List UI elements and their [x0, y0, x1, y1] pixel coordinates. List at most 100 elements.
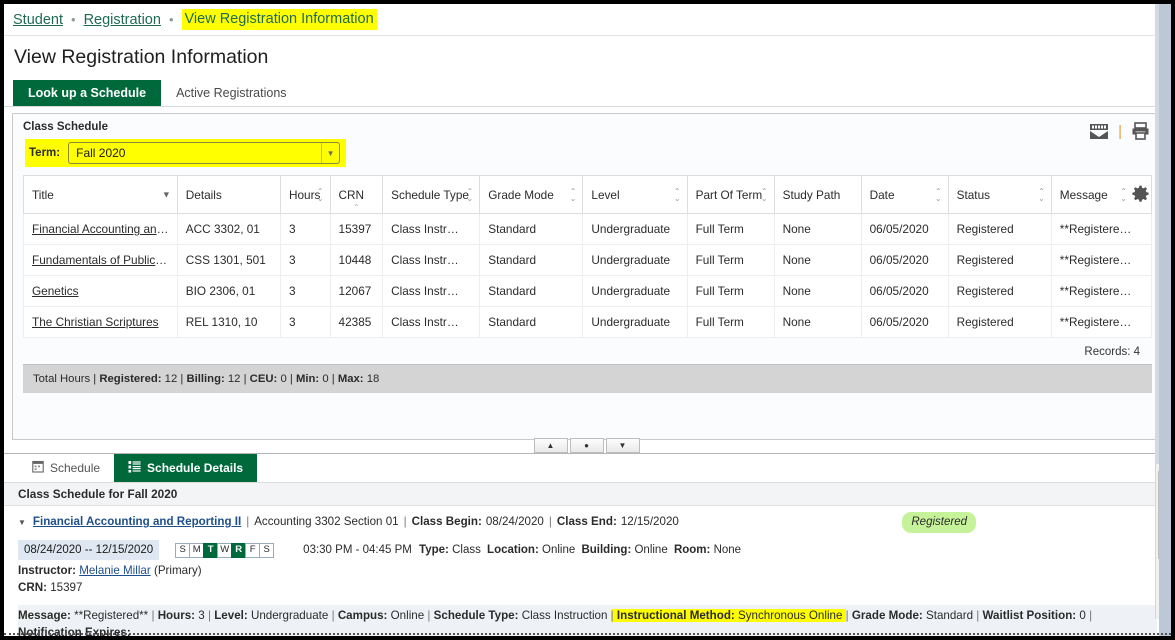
col-grade-mode[interactable]: Grade Mode ⌃ ⌄ [479, 175, 584, 214]
day-box-1: M [189, 542, 205, 558]
cell-level: Undergraduate [582, 213, 688, 245]
tab-active-registrations[interactable]: Active Registrations [161, 80, 301, 106]
meeting-info: 03:30 PM - 04:45 PM Type: Class Location… [303, 542, 741, 559]
cell-message: **Registere… [1050, 244, 1153, 276]
class-begin-label: Class Begin: [411, 515, 482, 528]
cell-part_of_term: Full Term [686, 306, 775, 338]
table-row: Genetics BIO 2306, 01 3 12067 Class Instr… St… [23, 275, 1153, 307]
level-value: Undergraduate [250, 609, 329, 623]
cell-schedule_type: Class Instr… [382, 306, 481, 338]
printer-icon[interactable] [1131, 122, 1150, 140]
cell-status: Registered [947, 244, 1052, 276]
sort-icon[interactable]: ⌃ ⌄ [935, 187, 942, 202]
col-date[interactable]: Date ⌃ ⌄ [860, 175, 949, 214]
collapse-up-button[interactable]: ▲ [533, 438, 568, 453]
waitlist-label: Waitlist Position: [982, 609, 1077, 623]
cell-date: 06/05/2020 [860, 275, 949, 307]
sort-icon[interactable]: ⌃ ⌄ [1038, 187, 1045, 202]
detail-tab-schedule[interactable]: Schedule [18, 454, 114, 482]
cell-study_path: None [773, 213, 862, 245]
col-details[interactable]: Details [176, 175, 281, 214]
cell-part_of_term: Full Term [686, 275, 775, 307]
totals-billing-value: 12 [227, 373, 241, 385]
col-title-label: Title [32, 187, 54, 202]
schedule-table-wrap: Title ▼ Details Hours ⌃ ⌄ CRN ⌃ Schedule Typ… [23, 175, 1153, 364]
cell-grade_mode: Standard [479, 213, 584, 245]
detail-subheading: Class Schedule for Fall 2020 [4, 483, 1171, 506]
detail-tabbar: Schedule Schedule Details [4, 454, 1171, 483]
schedule-type-value: Class Instruction [521, 609, 608, 623]
sort-icon[interactable]: ▼ [162, 190, 171, 199]
sort-icon[interactable]: ⌃ ⌄ [761, 187, 768, 202]
course-title-link[interactable]: Fundamentals of Public Co… [32, 253, 176, 267]
sort-icon[interactable]: ⌃ ⌄ [467, 187, 474, 202]
col-study-path[interactable]: Study Path [773, 175, 862, 214]
chevron-down-icon[interactable]: ▼ [321, 143, 339, 163]
sort-asc-icon[interactable]: ⌃ [353, 203, 360, 212]
detail-tab-schedule-details-label: Schedule Details [147, 461, 244, 475]
calendar-export-icon[interactable] [1089, 123, 1109, 140]
cell-date: 06/05/2020 [860, 213, 949, 245]
col-details-label: Details [185, 187, 222, 202]
table-row: Financial Accounting and R… ACC 3302, 01 3… [23, 213, 1153, 245]
collapse-down-button[interactable]: ▼ [605, 438, 640, 453]
breadcrumb-item-student[interactable]: Student [13, 12, 63, 28]
splitter-buttons: ▲ ● ▼ [533, 438, 642, 453]
col-crn[interactable]: CRN ⌃ [329, 175, 384, 214]
breadcrumb-item-current: View Registration Information [181, 9, 377, 30]
col-message[interactable]: Message ⌃ ⌄ [1050, 175, 1153, 214]
totals-registered-value: 12 [164, 373, 178, 385]
col-level[interactable]: Level ⌃ ⌄ [582, 175, 688, 214]
panel-action-icons: | [1089, 122, 1150, 140]
term-label: Term: [29, 147, 61, 159]
cell-status: Registered [947, 213, 1052, 245]
col-message-label: Message [1059, 187, 1108, 202]
message-value: **Registered** [74, 609, 149, 623]
instructional-method-label: Instructional Method: [616, 609, 735, 623]
col-hours[interactable]: Hours ⌃ ⌄ [279, 175, 331, 214]
records-count: Records: 4 [1084, 346, 1140, 358]
calendar-icon [32, 460, 44, 476]
panel-splitter[interactable]: ▲ ● ▼ [4, 438, 1171, 453]
course-title-link[interactable]: The Christian Scriptures [32, 315, 159, 329]
tab-look-up-a-schedule[interactable]: Look up a Schedule [13, 80, 162, 106]
room-label: Room: [673, 543, 711, 556]
sort-icon[interactable]: ⌃ ⌄ [317, 187, 324, 202]
cell-schedule_type: Class Instr… [382, 213, 481, 245]
chevron-down-icon[interactable]: ▼ [18, 517, 26, 529]
day-box-2: T [203, 542, 219, 558]
detail-tab-schedule-details[interactable]: Schedule Details [114, 454, 258, 482]
cell-crn: 12067 [329, 275, 384, 307]
cell-title[interactable]: Genetics [23, 275, 178, 307]
restore-dot-button[interactable]: ● [569, 438, 604, 453]
cell-message: **Registere… [1050, 306, 1153, 338]
cell-status: Registered [947, 275, 1052, 307]
col-part-of-term[interactable]: Part Of Term ⌃ ⌄ [686, 175, 775, 214]
cell-grade_mode: Standard [479, 275, 584, 307]
col-title[interactable]: Title ▼ [23, 175, 178, 214]
cell-title[interactable]: The Christian Scriptures [23, 306, 178, 338]
status-badge: Registered [902, 512, 976, 533]
gear-icon[interactable] [1132, 185, 1149, 205]
sort-icon[interactable]: ⌃ ⌄ [1120, 187, 1127, 202]
col-schedule-type[interactable]: Schedule Type ⌃ ⌄ [382, 175, 481, 214]
course-header-line: ▼ Financial Accounting and Reporting II … [18, 514, 1157, 531]
location-value: Online [542, 543, 576, 556]
course-title-link[interactable]: Financial Accounting and Reporting II [33, 514, 241, 531]
col-status[interactable]: Status ⌃ ⌄ [947, 175, 1052, 214]
sort-icon[interactable]: ⌃ ⌄ [570, 187, 577, 202]
cell-hours: 3 [279, 244, 331, 276]
class-end-label: Class End: [556, 515, 617, 528]
cell-title[interactable]: Financial Accounting and R… [23, 213, 178, 245]
course-title-link[interactable]: Genetics [32, 284, 79, 298]
instructor-link[interactable]: Melanie Millar [79, 564, 151, 577]
sort-icon[interactable]: ⌃ ⌄ [674, 187, 681, 202]
breadcrumb-item-registration[interactable]: Registration [84, 12, 161, 28]
cell-message: **Registere… [1050, 275, 1153, 307]
term-select[interactable]: Fall 2020 ▼ [68, 142, 341, 164]
totals-prefix: Total Hours [33, 373, 91, 385]
cell-schedule_type: Class Instr… [382, 275, 481, 307]
cell-title[interactable]: Fundamentals of Public Co… [23, 244, 178, 276]
course-title-link[interactable]: Financial Accounting and R… [32, 222, 176, 236]
day-box-5: F [245, 542, 261, 558]
